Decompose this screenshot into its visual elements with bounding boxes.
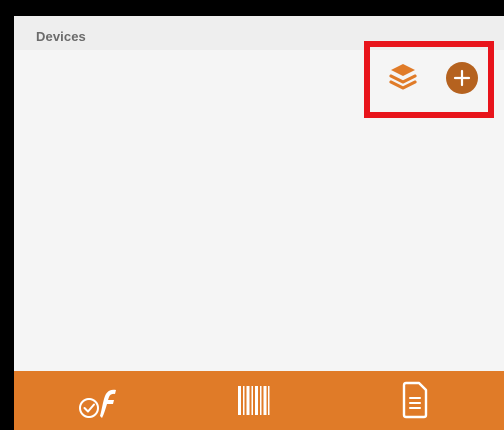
wrench-check-icon	[79, 389, 116, 418]
bottom-nav-bar	[14, 371, 504, 430]
devices-screen: Devices	[14, 16, 504, 430]
tab-barcode[interactable]	[204, 371, 304, 430]
add-device-button[interactable]	[446, 62, 478, 94]
document-list-icon	[402, 381, 428, 419]
add-circle-icon	[453, 69, 471, 87]
layers-button[interactable]	[389, 61, 417, 93]
tab-service[interactable]	[54, 371, 154, 430]
layers-icon	[389, 64, 417, 90]
barcode-icon	[238, 386, 270, 415]
app-frame: Devices	[0, 0, 504, 430]
section-title: Devices	[36, 29, 86, 44]
tab-reports[interactable]	[364, 371, 464, 430]
